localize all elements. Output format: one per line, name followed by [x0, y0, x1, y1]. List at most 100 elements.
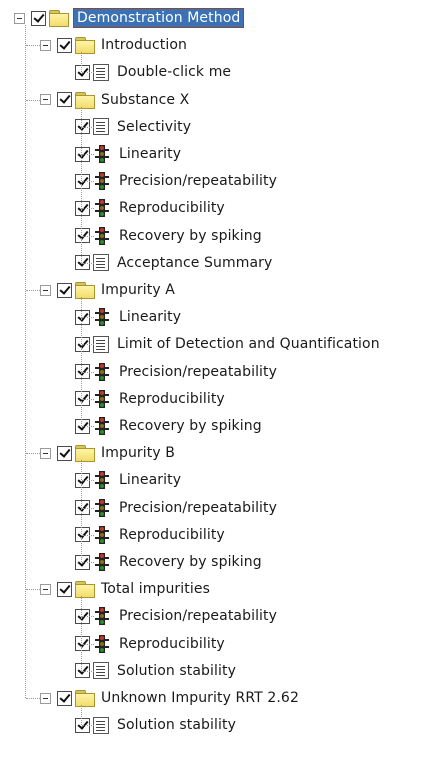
tree-connector-line	[26, 99, 40, 101]
tree-leaf-item[interactable]: Reproducibility	[75, 386, 225, 412]
tree-leaf-item[interactable]: Precision/repeatability	[75, 495, 277, 521]
tree-connector-line	[82, 507, 94, 509]
tree-connector-line	[82, 235, 94, 237]
traffic-light-icon	[93, 308, 111, 327]
tree-connector-line	[82, 181, 94, 183]
tree-connector-line	[81, 596, 82, 671]
tree-leaf-item[interactable]: Recovery by spiking	[75, 549, 262, 575]
checkbox[interactable]	[57, 445, 72, 461]
collapse-toggle-icon[interactable]	[40, 692, 51, 704]
tree-connector-line	[26, 698, 40, 699]
tree-connector-line	[82, 562, 94, 563]
tree-leaf-item[interactable]: Limit of Detection and Quantification	[75, 331, 380, 357]
document-icon	[93, 716, 109, 734]
tree-group-item[interactable]: Impurity A	[40, 277, 175, 303]
tree-item-label: Double-click me	[117, 64, 232, 81]
folder-icon	[49, 10, 69, 27]
tree-leaf-item[interactable]: Recovery by spiking	[75, 223, 262, 249]
tree-item-label: Recovery by spiking	[119, 554, 262, 570]
tree-group-item[interactable]: Total impurities	[40, 576, 210, 602]
tree-root-item[interactable]: Demonstration Method	[14, 5, 245, 31]
checkbox[interactable]	[57, 282, 72, 298]
tree-item-label: Precision/repeatability	[119, 363, 278, 380]
tree-leaf-item[interactable]: Reproducibility	[75, 631, 225, 657]
document-icon	[93, 662, 109, 680]
tree-connector-line	[26, 45, 40, 47]
tree-leaf-item[interactable]: Reproducibility	[75, 522, 225, 548]
tree-item-label: Limit of Detection and Quantification	[117, 336, 380, 353]
tree-connector-line	[82, 426, 94, 427]
tree-connector-line	[82, 126, 94, 128]
tree-leaf-item[interactable]: Solution stability	[75, 712, 236, 738]
traffic-light-icon	[93, 471, 111, 490]
tree-connector-line	[81, 705, 82, 726]
tree-connector-line	[82, 725, 94, 727]
tree-group-item[interactable]: Impurity B	[40, 440, 175, 466]
tree-connector-line	[26, 453, 40, 455]
collapse-toggle-icon[interactable]	[14, 12, 25, 24]
checkbox[interactable]	[57, 581, 72, 597]
collapse-toggle-icon[interactable]	[40, 94, 51, 106]
tree-leaf-item[interactable]: Precision/repeatability	[75, 359, 277, 385]
tree-connector-line	[82, 262, 94, 264]
tree-group-item[interactable]: Introduction	[40, 32, 187, 58]
folder-icon	[75, 91, 95, 109]
tree-connector-line	[82, 670, 94, 672]
tree-group-item[interactable]: Substance X	[40, 87, 189, 113]
tree-connector-line	[82, 480, 94, 482]
traffic-light-icon	[93, 226, 111, 245]
tree-item-label: Substance X	[101, 91, 190, 108]
checkbox[interactable]	[57, 92, 72, 108]
traffic-light-icon	[93, 145, 111, 163]
tree-connector-line	[82, 398, 94, 400]
tree-connector-line	[26, 589, 40, 591]
tree-leaf-item[interactable]: Precision/repeatability	[75, 168, 277, 194]
checkbox[interactable]	[57, 690, 72, 706]
tree-leaf-item[interactable]: Double-click me	[75, 59, 231, 85]
tree-item-label: Precision/repeatability	[119, 499, 278, 516]
collapse-toggle-icon[interactable]	[40, 284, 51, 296]
tree-connector-line	[82, 72, 94, 74]
tree-item-label: Solution stability	[117, 662, 236, 679]
document-icon	[93, 63, 109, 81]
traffic-light-icon	[93, 607, 111, 626]
traffic-light-icon	[93, 417, 111, 435]
tree-item-label: Precision/repeatability	[119, 608, 278, 625]
tree-connector-line	[82, 534, 94, 536]
tree-item-label: Reproducibility	[119, 526, 225, 543]
tree-leaf-item[interactable]: Solution stability	[75, 658, 236, 684]
tree-item-label: Linearity	[119, 309, 182, 326]
tree-leaf-item[interactable]: Precision/repeatability	[75, 603, 277, 629]
traffic-light-icon	[93, 199, 111, 218]
tree-item-label: Recovery by spiking	[119, 418, 262, 434]
tree-item-label: Linearity	[119, 472, 182, 489]
folder-icon	[75, 37, 95, 55]
tree-item-label: Solution stability	[117, 717, 236, 734]
tree-leaf-item[interactable]: Acceptance Summary	[75, 250, 272, 276]
tree-item-label: Reproducibility	[119, 635, 225, 652]
tree-connector-line	[25, 25, 26, 698]
tree-connector-line	[81, 52, 82, 73]
collapse-toggle-icon[interactable]	[40, 39, 51, 51]
tree-connector-line	[81, 297, 82, 426]
tree-connector-line	[81, 460, 82, 562]
checkbox[interactable]	[57, 37, 72, 53]
tree-leaf-item[interactable]: Recovery by spiking	[75, 413, 262, 439]
tree-item-label: Linearity	[119, 146, 182, 162]
tree-connector-line	[81, 106, 82, 263]
tree-group-item[interactable]: Unknown Impurity RRT 2.62	[40, 685, 299, 711]
collapse-toggle-icon[interactable]	[40, 583, 51, 595]
tree-connector-line	[82, 154, 94, 155]
tree-item-label: Unknown Impurity RRT 2.62	[101, 690, 299, 706]
traffic-light-icon	[93, 634, 111, 653]
tree-connector-line	[82, 643, 94, 645]
traffic-light-icon	[93, 172, 111, 191]
document-icon	[93, 118, 109, 136]
collapse-toggle-icon[interactable]	[40, 447, 51, 459]
tree-connector-line	[82, 208, 94, 210]
checkbox[interactable]	[31, 10, 46, 26]
tree-connector-line	[26, 290, 40, 291]
folder-icon	[75, 690, 95, 707]
tree-leaf-item[interactable]: Reproducibility	[75, 195, 225, 221]
method-tree: Demonstration Method Introduction Double-c…	[0, 0, 446, 757]
